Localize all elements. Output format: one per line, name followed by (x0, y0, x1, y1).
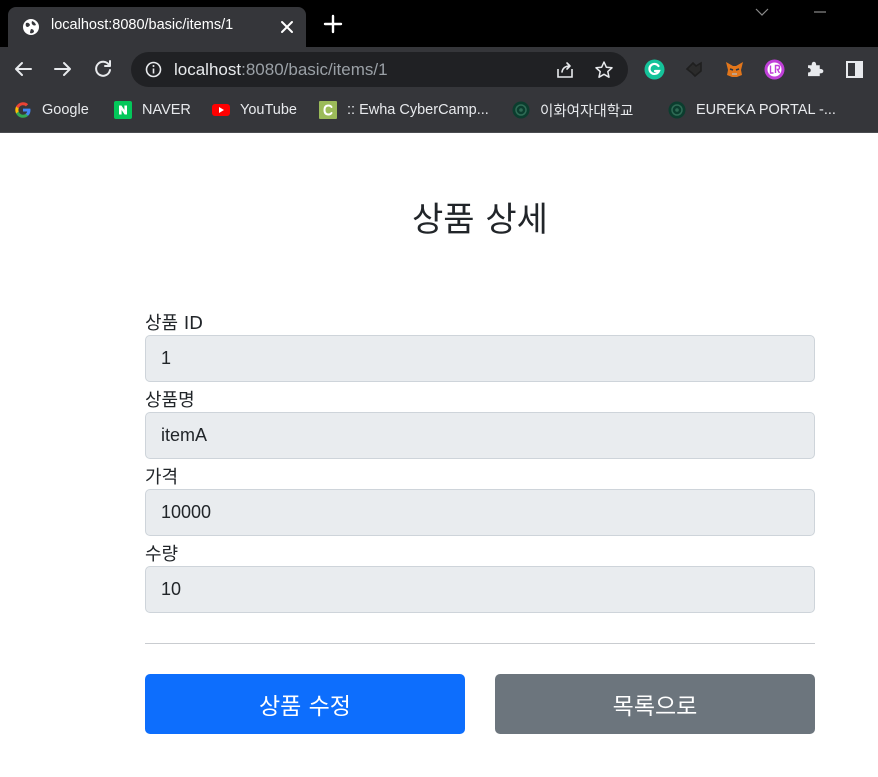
divider (145, 643, 815, 644)
extension-icon[interactable] (684, 59, 705, 80)
page-title: 상품 상세 (412, 200, 548, 240)
item-name-label: 상품명 (145, 390, 195, 411)
browser-toolbar: localhost:8080/basic/items/1 (0, 47, 878, 92)
youtube-icon (212, 104, 230, 116)
url-path: :8080/basic/items/1 (241, 60, 388, 79)
bookmark-label: :: Ewha CyberCamp... (347, 102, 489, 118)
bookmark-youtube[interactable]: YouTube (212, 92, 297, 128)
share-icon[interactable] (555, 60, 575, 80)
naver-icon (114, 101, 132, 119)
close-icon[interactable] (278, 18, 296, 36)
bookmark-eureka-portal[interactable]: EUREKA PORTAL -... (668, 92, 836, 128)
bookmark-label: EUREKA PORTAL -... (696, 102, 836, 118)
side-panel-icon[interactable] (844, 59, 865, 80)
address-bar[interactable]: localhost:8080/basic/items/1 (131, 52, 628, 87)
bookmark-cybercamp[interactable]: :: Ewha CyberCamp... (319, 92, 489, 128)
lr-extension-icon[interactable] (764, 59, 785, 80)
star-icon[interactable] (594, 60, 614, 80)
bookmark-naver[interactable]: NAVER (114, 92, 191, 128)
url-host: localhost (174, 60, 242, 79)
forward-arrow-icon[interactable] (52, 58, 74, 80)
metamask-icon[interactable] (724, 59, 745, 80)
tab-strip: localhost:8080/basic/items/1 (0, 0, 878, 47)
google-icon (15, 102, 31, 118)
browser-tab[interactable]: localhost:8080/basic/items/1 (8, 7, 306, 47)
bookmark-google[interactable]: Google (14, 92, 89, 128)
item-id-label: 상품 ID (145, 313, 204, 334)
item-name-input[interactable]: itemA (145, 412, 815, 459)
cybercamp-icon (319, 101, 337, 119)
bookmarks-bar: Google NAVER YouTube :: Ewha CyberCamp..… (0, 92, 878, 133)
tab-title: localhost:8080/basic/items/1 (51, 17, 234, 33)
back-arrow-icon[interactable] (12, 58, 34, 80)
edit-item-button[interactable]: 상품 수정 (145, 674, 465, 734)
puzzle-icon[interactable] (804, 59, 825, 80)
quantity-label: 수량 (145, 544, 179, 565)
bookmark-label: NAVER (142, 102, 191, 118)
info-icon[interactable] (145, 61, 162, 78)
price-label: 가격 (145, 467, 179, 488)
item-id-input[interactable]: 1 (145, 335, 815, 382)
back-to-list-button[interactable]: 목록으로 (495, 674, 815, 734)
ewha-icon (512, 101, 530, 119)
minimize-icon[interactable] (812, 4, 828, 20)
bookmark-label: 이화여자대학교 (540, 103, 634, 120)
chevron-down-icon[interactable] (754, 4, 770, 20)
bookmark-ewha[interactable]: 이화여자대학교 (512, 92, 633, 128)
plus-icon[interactable] (322, 13, 344, 35)
url-text[interactable]: localhost:8080/basic/items/1 (174, 60, 388, 80)
globe-icon (23, 19, 39, 35)
reload-icon[interactable] (92, 58, 114, 80)
grammarly-icon[interactable] (644, 59, 665, 80)
ewha-icon (668, 101, 686, 119)
bookmark-label: Google (42, 102, 89, 118)
bookmark-label: YouTube (240, 102, 297, 118)
quantity-input[interactable]: 10 (145, 566, 815, 613)
price-input[interactable]: 10000 (145, 489, 815, 536)
